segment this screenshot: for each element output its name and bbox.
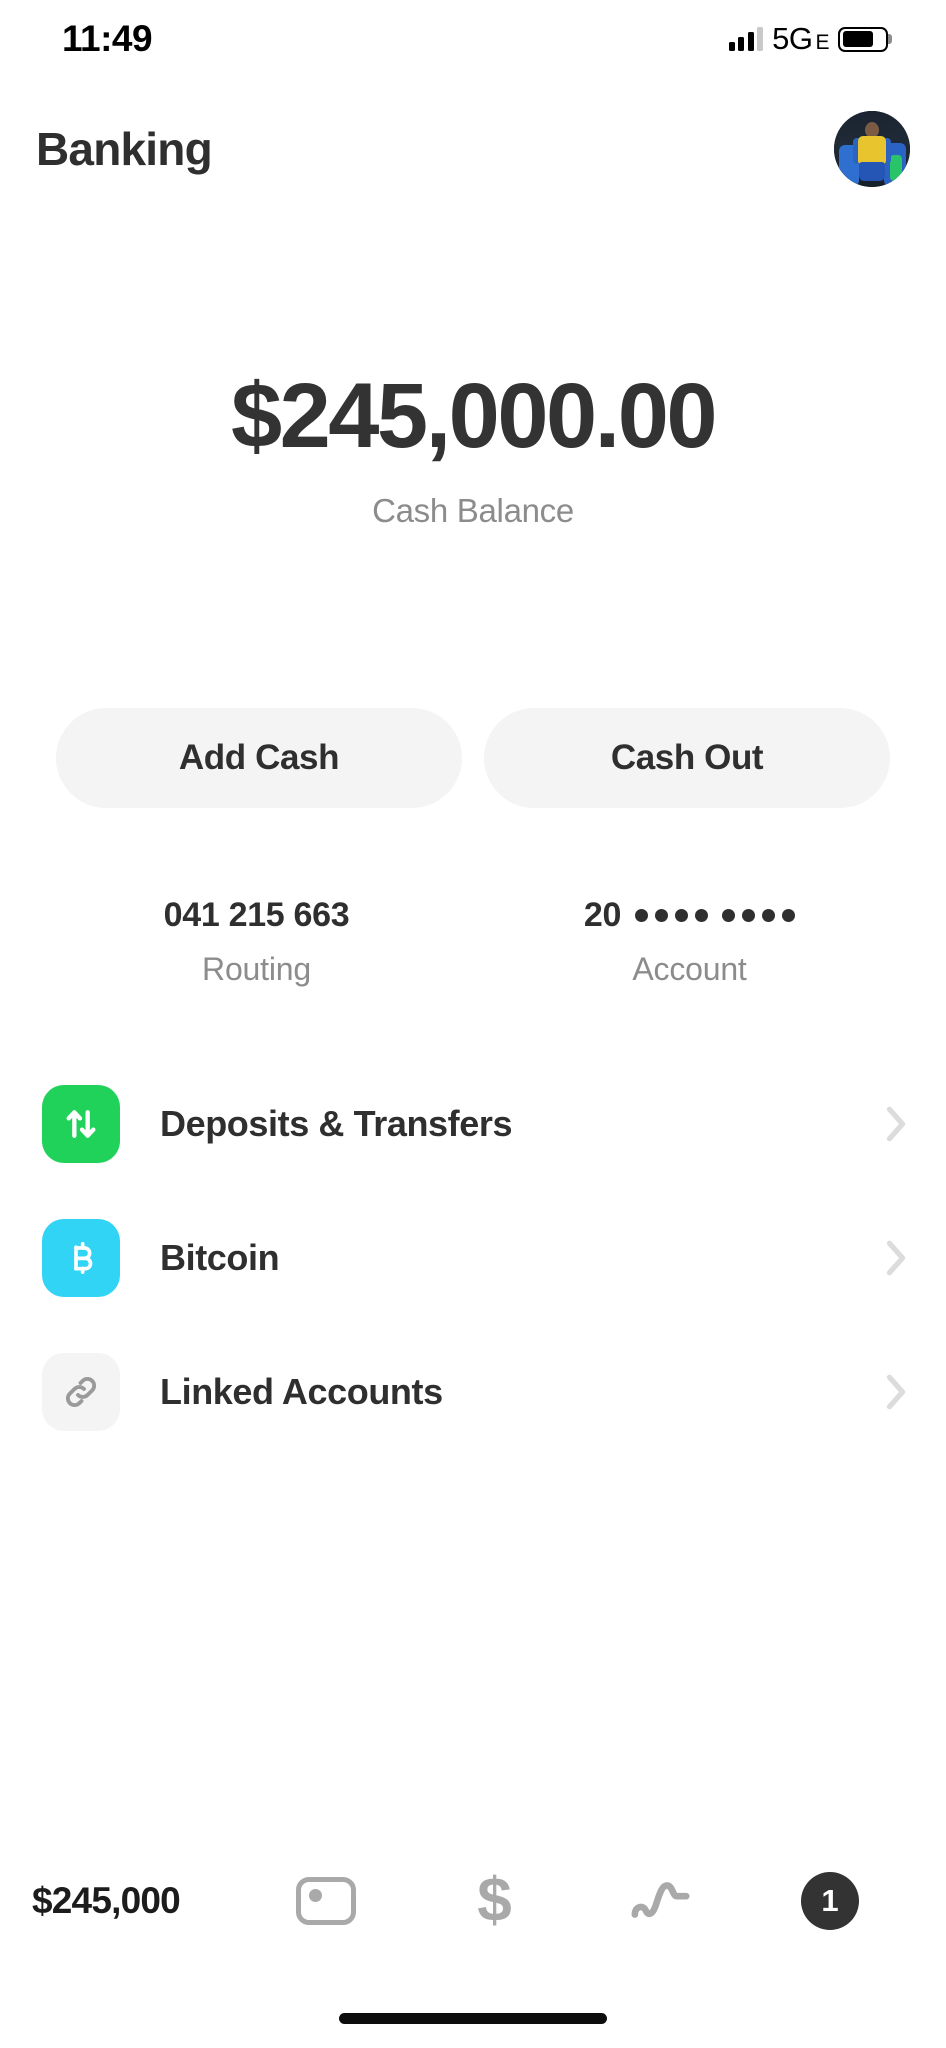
battery-fill bbox=[842, 31, 874, 47]
link-chain-icon bbox=[42, 1353, 120, 1431]
network-type-label: 5G E bbox=[772, 21, 829, 57]
page-title: Banking bbox=[36, 123, 213, 175]
cash-balance-label: Cash Balance bbox=[372, 492, 574, 529]
chevron-right-icon bbox=[886, 1106, 906, 1142]
status-bar: 11:49 5G E bbox=[0, 0, 946, 78]
list-item-label: Linked Accounts bbox=[160, 1371, 443, 1412]
notifications-badge: 1 bbox=[801, 1872, 859, 1930]
action-buttons: Add Cash Cash Out bbox=[0, 708, 946, 808]
network-sub-label: E bbox=[815, 31, 829, 54]
page-header: Banking bbox=[0, 103, 946, 195]
tab-payments[interactable]: $ bbox=[410, 1870, 578, 1932]
account-number-masked-group-2 bbox=[722, 909, 796, 922]
list-item-linked-accounts[interactable]: Linked Accounts bbox=[0, 1336, 946, 1448]
network-label: 5G bbox=[772, 21, 813, 56]
routing-number-block[interactable]: 041 215 663 Routing bbox=[40, 896, 473, 988]
status-indicators: 5G E bbox=[728, 21, 888, 57]
chevron-right-icon bbox=[886, 1240, 906, 1276]
account-number-masked-group-1 bbox=[635, 909, 709, 922]
routing-number-label: Routing bbox=[202, 951, 311, 987]
chevron-right-icon bbox=[886, 1374, 906, 1410]
tab-card[interactable] bbox=[242, 1877, 410, 1925]
cash-out-button[interactable]: Cash Out bbox=[484, 708, 890, 808]
cash-card-icon bbox=[296, 1877, 356, 1925]
tab-banking[interactable]: $245,000 bbox=[32, 1880, 242, 1922]
account-number-value: 20 bbox=[473, 896, 906, 935]
tab-activity[interactable]: 1 bbox=[746, 1872, 914, 1930]
list-item-label: Bitcoin bbox=[160, 1237, 280, 1278]
app-screen: 11:49 5G E Banking $245,000.00 Cash Bala… bbox=[0, 0, 946, 2048]
account-number-prefix: 20 bbox=[583, 896, 622, 934]
home-indicator[interactable] bbox=[339, 2013, 607, 2024]
battery-icon bbox=[838, 26, 888, 52]
banking-menu-list: Deposits & Transfers Bitcoin Linked Acco… bbox=[0, 1068, 946, 1448]
activity-squiggle-icon bbox=[631, 1882, 690, 1918]
account-number-block[interactable]: 20 Account bbox=[473, 896, 906, 988]
cash-balance-amount: $245,000.00 bbox=[230, 365, 718, 467]
list-item-bitcoin[interactable]: Bitcoin bbox=[0, 1202, 946, 1314]
tab-balance-label: $245,000 bbox=[32, 1880, 181, 1921]
list-item-label: Deposits & Transfers bbox=[160, 1103, 513, 1144]
status-time: 11:49 bbox=[62, 18, 153, 59]
avatar[interactable] bbox=[834, 111, 910, 187]
tab-investing[interactable] bbox=[578, 1875, 746, 1927]
list-item-deposits-transfers[interactable]: Deposits & Transfers bbox=[0, 1068, 946, 1180]
routing-number-value: 041 215 663 bbox=[163, 896, 350, 934]
account-number-label: Account bbox=[632, 951, 747, 987]
tab-bar: $245,000 $ 1 bbox=[0, 1846, 946, 1956]
bitcoin-icon bbox=[42, 1219, 120, 1297]
signal-bars-icon bbox=[728, 27, 764, 51]
add-cash-button[interactable]: Add Cash bbox=[56, 708, 462, 808]
balance-section: $245,000.00 Cash Balance bbox=[0, 370, 946, 530]
account-details: 041 215 663 Routing 20 Account bbox=[0, 896, 946, 988]
dollar-sign-icon: $ bbox=[477, 1866, 511, 1935]
transfer-arrows-icon bbox=[42, 1085, 120, 1163]
